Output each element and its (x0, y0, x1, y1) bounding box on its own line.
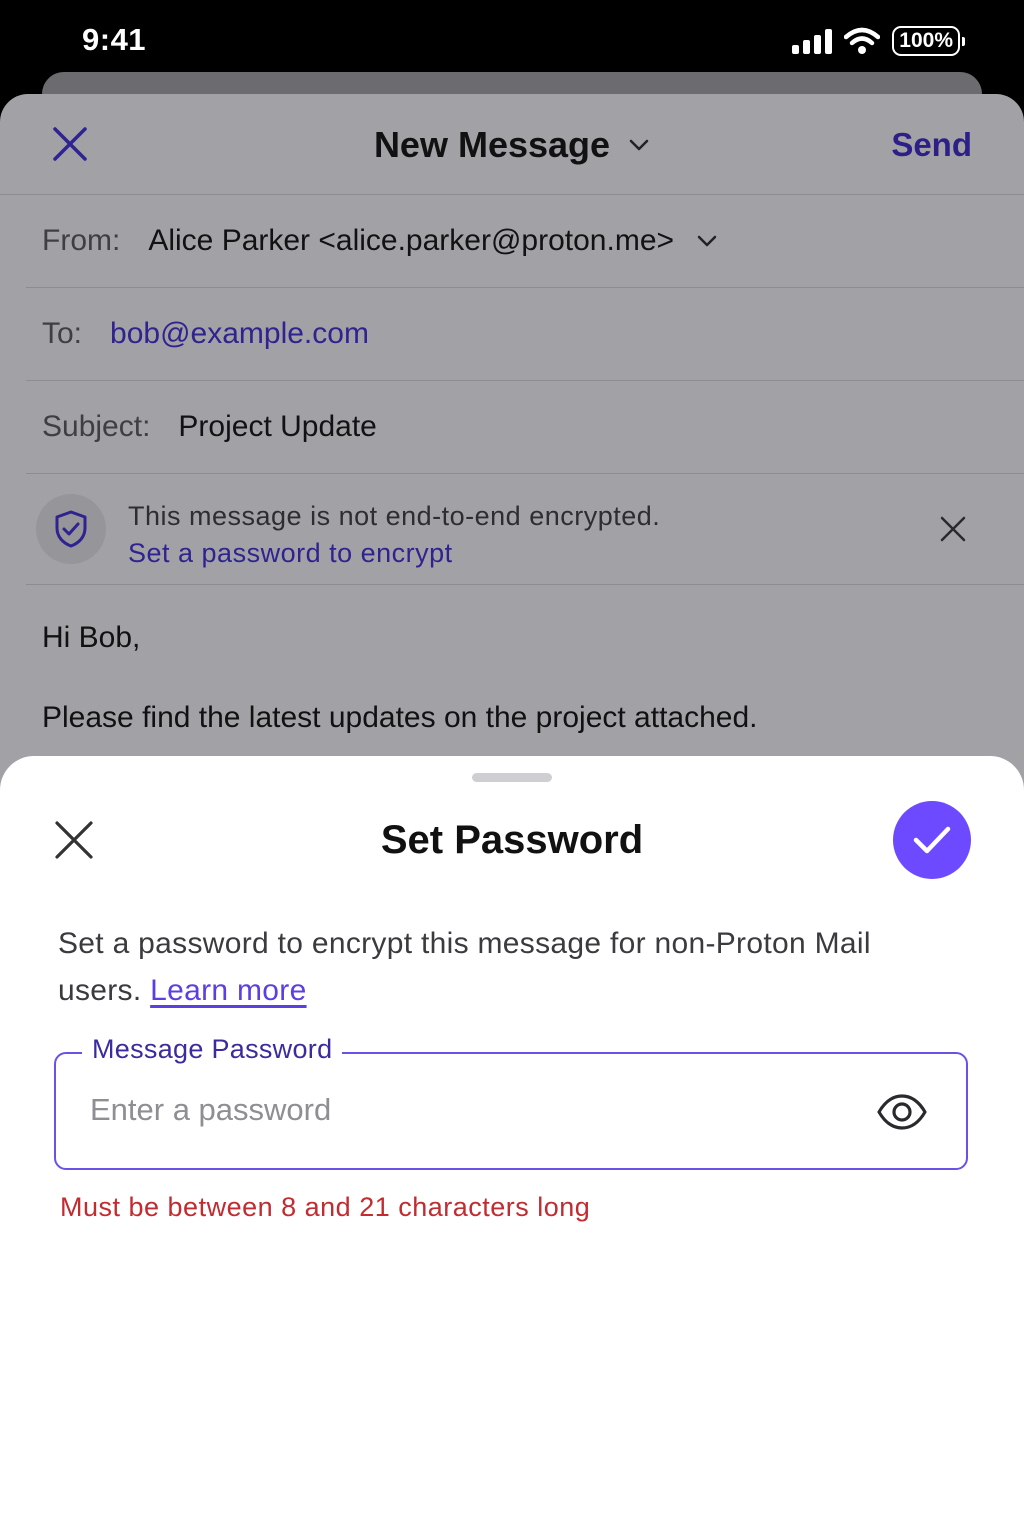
password-input[interactable] (90, 1092, 850, 1128)
sheet-description: Set a password to encrypt this message f… (58, 920, 958, 1014)
password-field[interactable]: Message Password (54, 1034, 968, 1170)
status-time: 9:41 (82, 22, 147, 57)
compose-header: New Message Send (0, 94, 1024, 195)
chevron-down-icon (629, 139, 649, 151)
send-button[interactable]: Send (891, 126, 972, 164)
to-label: To: (42, 317, 83, 350)
body-paragraph: Please find the latest updates on the pr… (42, 701, 758, 734)
sheet-grabber[interactable] (472, 773, 552, 782)
compose-title-button[interactable]: New Message (0, 124, 1024, 166)
status-icons: 100% (792, 26, 965, 56)
wifi-icon (844, 27, 881, 54)
to-row[interactable]: To: bob@example.com (26, 288, 1024, 381)
from-label: From: (42, 224, 121, 257)
password-field-label: Message Password (82, 1034, 343, 1065)
recipient-chip[interactable]: bob@example.com (110, 317, 369, 351)
close-icon[interactable] (938, 514, 968, 544)
from-value: Alice Parker <alice.parker@proton.me> (148, 224, 675, 257)
chevron-down-icon[interactable] (696, 234, 718, 248)
signal-icon (792, 28, 833, 54)
message-body[interactable]: Hi Bob, Please find the latest updates o… (0, 621, 1024, 735)
confirm-button[interactable] (893, 801, 971, 879)
compose-title: New Message (373, 124, 611, 165)
set-password-link[interactable]: Set a password to encrypt (128, 535, 660, 572)
sheet-title: Set Password (380, 818, 644, 862)
from-row[interactable]: From: Alice Parker <alice.parker@proton.… (26, 195, 1024, 288)
encryption-message: This message is not end-to-end encrypted… (128, 501, 661, 531)
password-error: Must be between 8 and 21 characters long (60, 1192, 591, 1222)
subject-value[interactable]: Project Update (178, 410, 376, 444)
learn-more-link[interactable]: Learn more (150, 974, 306, 1007)
set-password-sheet: Set Password Set a password to encrypt t… (0, 756, 1024, 1536)
checkmark-icon (913, 826, 951, 854)
subject-label: Subject: (42, 410, 151, 443)
shield-check-icon (36, 494, 106, 564)
subject-row[interactable]: Subject: Project Update (26, 381, 1024, 474)
encryption-text: This message is not end-to-end encrypted… (128, 498, 660, 572)
encryption-notice: This message is not end-to-end encrypted… (26, 474, 1024, 585)
battery-icon: 100% (892, 26, 965, 56)
eye-icon[interactable] (876, 1090, 928, 1134)
body-greeting: Hi Bob, (42, 621, 141, 654)
